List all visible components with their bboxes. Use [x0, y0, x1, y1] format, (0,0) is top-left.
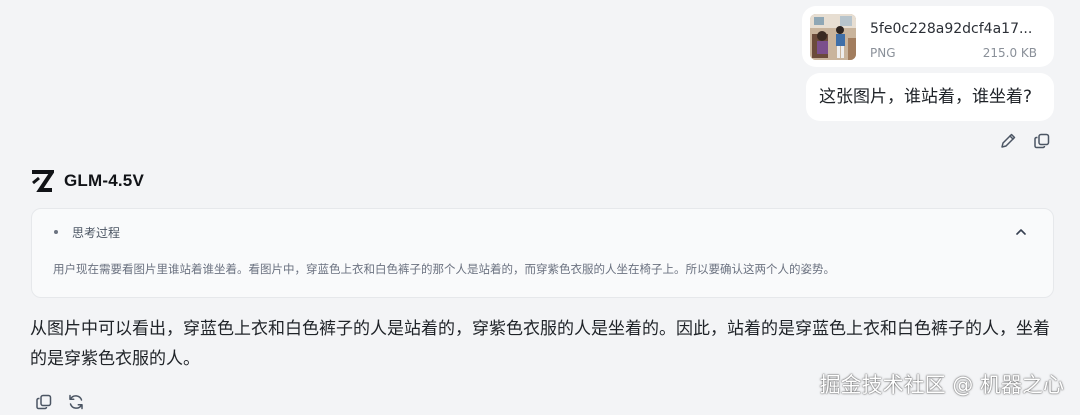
- attachment-card[interactable]: 5fe0c228a92dcf4a17... PNG 215.0 KB: [802, 6, 1054, 67]
- refresh-icon[interactable]: [66, 392, 86, 412]
- copy-icon[interactable]: [1032, 131, 1052, 151]
- model-header: GLM-4.5V: [30, 169, 144, 193]
- attachment-file-name: 5fe0c228a92dcf4a17...: [870, 21, 1033, 37]
- thinking-title: 思考过程: [72, 225, 121, 240]
- watermark: 掘金技术社区 @ 机器之心: [819, 373, 1064, 397]
- pencil-icon[interactable]: [998, 131, 1018, 151]
- thinking-text: 用户现在需要看图片里谁站着谁坐着。看图片中，穿蓝色上衣和白色裤子的那个人是站着的…: [53, 262, 835, 276]
- image-thumbnail[interactable]: [810, 14, 856, 60]
- z-logo-icon: [32, 170, 54, 192]
- copy-icon[interactable]: [34, 392, 54, 412]
- attachment-file-type: PNG: [870, 46, 896, 60]
- attachment-file-size: 215.0 KB: [982, 46, 1037, 60]
- model-name: GLM-4.5V: [64, 171, 145, 190]
- user-message-actions: [998, 131, 1052, 151]
- assistant-answer: 从图片中可以看出，穿蓝色上衣和白色裤子的人是站着的，穿紫色衣服的人是坐着的。因此…: [30, 319, 1050, 369]
- thinking-header[interactable]: 思考过程: [54, 222, 1031, 242]
- user-message-bubble: 这张图片，谁站着，谁坐着?: [806, 73, 1054, 121]
- chevron-up-icon[interactable]: [1011, 222, 1031, 242]
- thinking-panel: 思考过程 用户现在需要看图片里谁站着谁坐着。看图片中，穿蓝色上衣和白色裤子的那个…: [31, 208, 1054, 298]
- answer-actions: [34, 392, 86, 412]
- bullet-icon: [54, 230, 58, 234]
